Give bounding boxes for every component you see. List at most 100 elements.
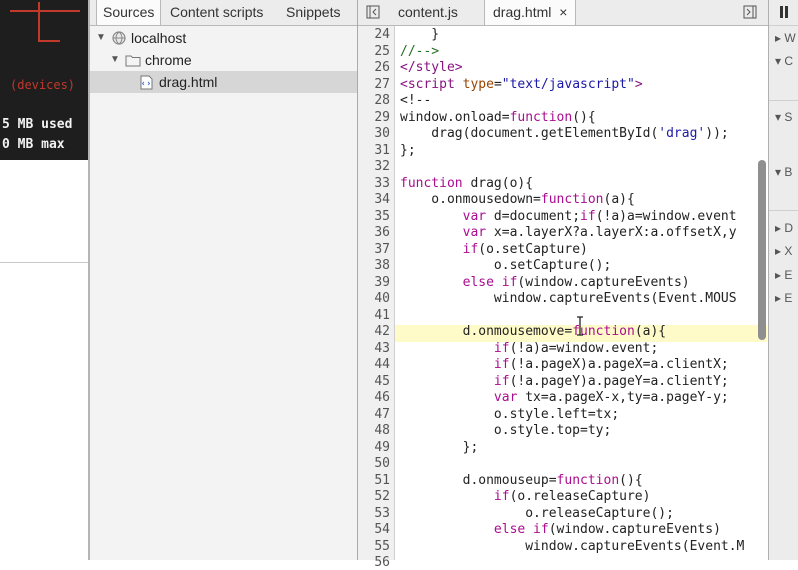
line-number[interactable]: 38 (358, 258, 390, 273)
tree-item-chrome[interactable]: ▼ chrome (90, 49, 357, 71)
code-line[interactable]: if(!a)a=window.event; (400, 341, 658, 356)
code-line[interactable]: if(!a.pageX)a.pageX=a.clientX; (400, 357, 729, 372)
tab-content-js[interactable]: content.js (388, 0, 468, 25)
line-number[interactable]: 31 (358, 143, 390, 158)
sidebar-section-call-stack[interactable]: ▾ C (775, 54, 793, 68)
code-line[interactable]: } (400, 27, 439, 42)
code-line[interactable]: function drag(o){ (400, 176, 533, 191)
code-line[interactable]: o.setCapture(); (400, 258, 611, 273)
code-line[interactable]: window.captureEvents(Event.M (400, 539, 744, 554)
tree-item-label: localhost (131, 30, 187, 46)
line-number[interactable]: 53 (358, 506, 390, 521)
graph-line (38, 2, 40, 42)
code-line[interactable]: d.onmouseup=function(){ (400, 473, 643, 488)
line-number[interactable]: 47 (358, 407, 390, 422)
code-line[interactable]: window.captureEvents(Event.MOUS (400, 291, 737, 306)
tab-drag-html[interactable]: drag.html × (484, 0, 577, 25)
graph-line (38, 40, 60, 42)
code-line[interactable]: if(o.releaseCapture) (400, 489, 651, 504)
line-number[interactable]: 33 (358, 176, 390, 191)
source-editor: content.js drag.html × } //--> </style> … (358, 0, 768, 570)
line-number[interactable]: 49 (358, 440, 390, 455)
code-line[interactable]: var tx=a.pageX-x,ty=a.pageY-y; (400, 390, 729, 405)
code-line[interactable]: }; (400, 440, 479, 455)
line-number[interactable]: 28 (358, 93, 390, 108)
globe-icon (112, 31, 126, 45)
tree-item-label: drag.html (159, 74, 218, 90)
sidebar-section-scope[interactable]: ▾ S (775, 110, 792, 124)
sidebar-section-dom-breakpoints[interactable]: ▸ D (775, 221, 793, 235)
tab-sources[interactable]: Sources (96, 0, 162, 25)
line-number[interactable]: 37 (358, 242, 390, 257)
line-number[interactable]: 25 (358, 44, 390, 59)
line-number[interactable]: 32 (358, 159, 390, 174)
divider (769, 100, 798, 101)
left-partial-panel: (devices) 5 MB used 0 MB max (0, 0, 90, 560)
line-number[interactable]: 44 (358, 357, 390, 372)
code-line[interactable]: else if(window.captureEvents) (400, 522, 721, 537)
tree-item-drag-html[interactable]: drag.html (90, 71, 357, 93)
sidebar-section-breakpoints[interactable]: ▾ B (775, 165, 792, 179)
expand-triangle-icon[interactable]: ▼ (96, 27, 106, 49)
memory-graph-area: (devices) 5 MB used 0 MB max (0, 0, 90, 160)
code-line[interactable]: d.onmousemove=function(a){ (400, 324, 667, 339)
debugger-sidebar-toggle-icon[interactable] (743, 5, 757, 19)
close-icon[interactable]: × (559, 4, 567, 20)
line-number[interactable]: 56 (358, 555, 390, 570)
line-number[interactable]: 51 (358, 473, 390, 488)
code-line[interactable]: if(!a.pageY)a.pageY=a.clientY; (400, 374, 729, 389)
line-number[interactable]: 24 (358, 27, 390, 42)
tab-content-scripts[interactable]: Content scripts (164, 0, 269, 25)
line-number[interactable]: 48 (358, 423, 390, 438)
editor-scrollbar[interactable] (758, 160, 766, 340)
graph-line (10, 10, 80, 12)
code-line[interactable]: <script type="text/javascript"> (400, 77, 643, 92)
editor-tabs: content.js drag.html × (358, 0, 768, 26)
line-number[interactable]: 35 (358, 209, 390, 224)
code-line[interactable]: if(o.setCapture) (400, 242, 588, 257)
code-line[interactable]: drag(document.getElementById('drag')); (400, 126, 728, 141)
line-number[interactable]: 52 (358, 489, 390, 504)
code-line[interactable]: window.onload=function(){ (400, 110, 596, 125)
sidebar-section-event-listener-breakpoints[interactable]: ▸ E (775, 291, 792, 305)
line-number[interactable]: 50 (358, 456, 390, 471)
line-number[interactable]: 45 (358, 374, 390, 389)
pause-icon[interactable] (778, 5, 790, 19)
line-number[interactable]: 55 (358, 539, 390, 554)
code-line[interactable]: </style> (400, 60, 463, 75)
code-line[interactable]: var x=a.layerX?a.layerX:a.offsetX,y (400, 225, 737, 240)
line-number[interactable]: 39 (358, 275, 390, 290)
line-number[interactable]: 54 (358, 522, 390, 537)
sidebar-section-xhr-breakpoints[interactable]: ▸ X (775, 244, 792, 258)
sidebar-toggle-icon[interactable] (366, 5, 380, 19)
code-line[interactable]: else if(window.captureEvents) (400, 275, 690, 290)
line-number[interactable]: 27 (358, 77, 390, 92)
line-number[interactable]: 36 (358, 225, 390, 240)
line-number[interactable]: 43 (358, 341, 390, 356)
code-line[interactable]: o.releaseCapture(); (400, 506, 674, 521)
divider (0, 262, 88, 263)
code-line[interactable]: o.style.left=tx; (400, 407, 619, 422)
navigator-tabs: Sources Content scripts Snippets (90, 0, 357, 26)
code-line[interactable]: }; (400, 143, 416, 158)
sidebar-section-event-listeners[interactable]: ▸ E (775, 268, 792, 282)
code-line[interactable]: //--> (400, 44, 439, 59)
line-number[interactable]: 30 (358, 126, 390, 141)
tree-item-localhost[interactable]: ▼ localhost (90, 27, 357, 49)
expand-triangle-icon[interactable]: ▼ (110, 49, 120, 71)
line-number[interactable]: 29 (358, 110, 390, 125)
sidebar-section-watch[interactable]: ▸ W (775, 31, 796, 45)
tab-snippets[interactable]: Snippets (280, 0, 346, 25)
code-line[interactable]: <!-- (400, 93, 431, 108)
code-line[interactable]: o.onmousedown=function(a){ (400, 192, 635, 207)
text-cursor-icon (577, 316, 583, 336)
html-file-icon (140, 75, 153, 90)
line-number[interactable]: 46 (358, 390, 390, 405)
line-number[interactable]: 42 (358, 324, 390, 339)
code-line[interactable]: var d=document;if(!a)a=window.event (400, 209, 737, 224)
line-number[interactable]: 41 (358, 308, 390, 323)
code-line[interactable]: o.style.top=ty; (400, 423, 611, 438)
line-number[interactable]: 26 (358, 60, 390, 75)
line-number[interactable]: 40 (358, 291, 390, 306)
line-number[interactable]: 34 (358, 192, 390, 207)
